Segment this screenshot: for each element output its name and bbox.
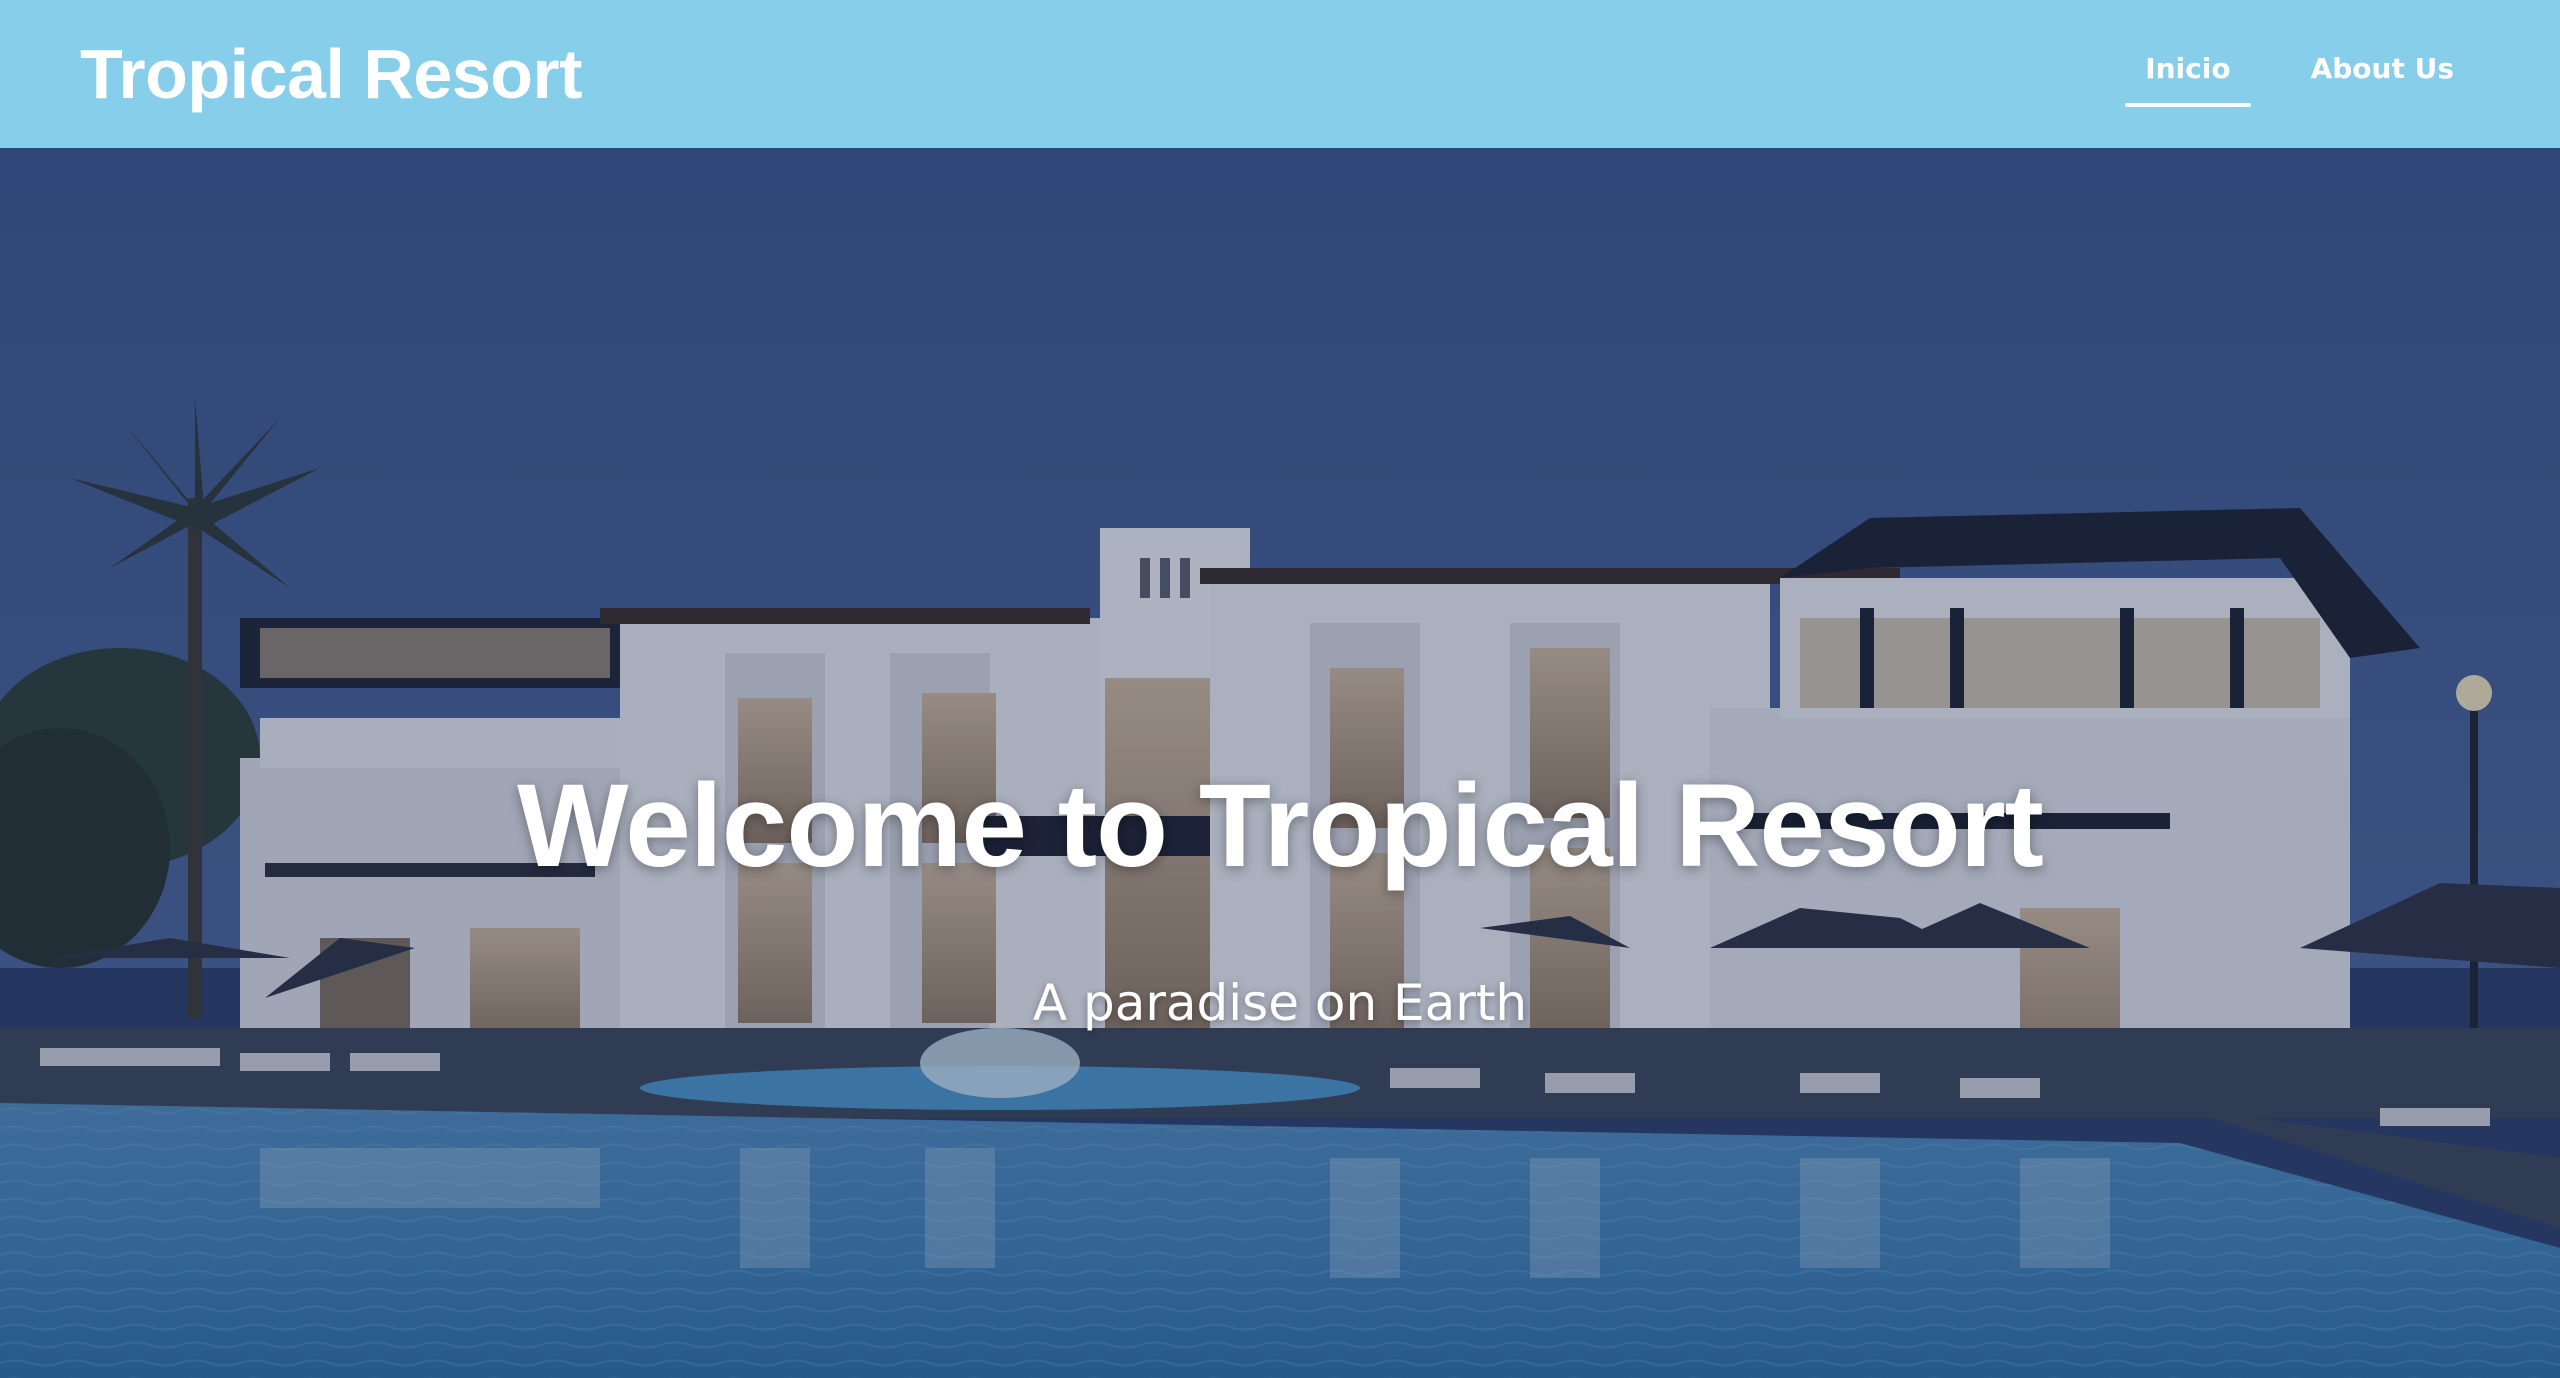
nav-link-about-us[interactable]: About Us <box>2291 42 2474 107</box>
hero-section: Welcome to Tropical Resort A paradise on… <box>0 148 2560 1378</box>
hero-subtitle: A paradise on Earth <box>1032 974 1528 1032</box>
site-brand[interactable]: Tropical Resort <box>80 34 583 114</box>
site-header: Tropical Resort Inicio About Us <box>0 0 2560 148</box>
hero-title: Welcome to Tropical Resort <box>517 760 2044 892</box>
main-nav: Inicio About Us <box>2125 42 2474 107</box>
nav-link-inicio[interactable]: Inicio <box>2125 42 2251 107</box>
